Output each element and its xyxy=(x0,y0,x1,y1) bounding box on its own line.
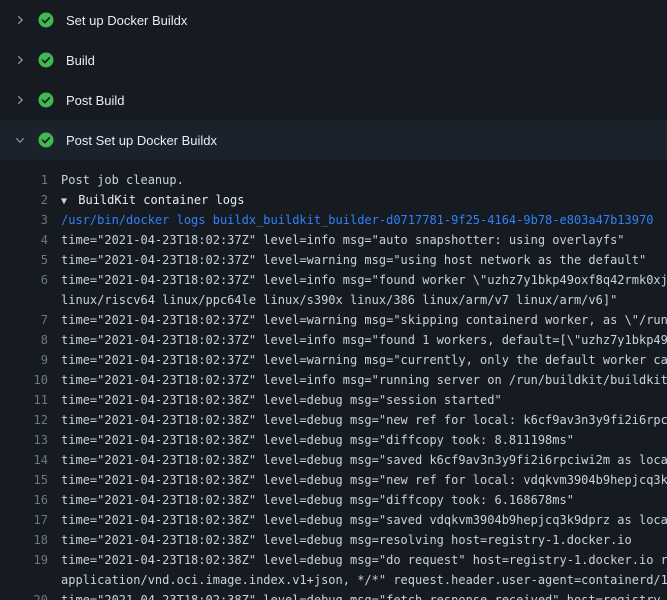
log-line-number[interactable]: 2 xyxy=(0,190,48,210)
log-line: 1 Post job cleanup. xyxy=(0,170,667,190)
log-line-number[interactable]: 4 xyxy=(0,230,48,250)
log-text: linux/riscv64 linux/ppc64le linux/s390x … xyxy=(61,290,617,310)
log-line-number[interactable]: 15 xyxy=(0,470,48,490)
log-line: 5 time="2021-04-23T18:02:37Z" level=warni… xyxy=(0,250,667,270)
step-title: Set up Docker Buildx xyxy=(66,13,187,28)
check-circle-icon xyxy=(38,52,54,68)
log-text: time="2021-04-23T18:02:38Z" level=debug … xyxy=(61,590,661,600)
step-title: Post Build xyxy=(66,93,125,108)
log-text: ▼ BuildKit container logs xyxy=(61,190,244,210)
step-header-post-set-up-docker-buildx[interactable]: Post Set up Docker Buildx xyxy=(0,120,667,160)
log-text: time="2021-04-23T18:02:38Z" level=debug … xyxy=(61,490,574,510)
log-text: time="2021-04-23T18:02:38Z" level=debug … xyxy=(61,390,502,410)
log-text: time="2021-04-23T18:02:38Z" level=debug … xyxy=(61,530,632,550)
log-line-number[interactable]: 17 xyxy=(0,510,48,530)
log-line-number[interactable]: 10 xyxy=(0,370,48,390)
check-circle-icon xyxy=(38,92,54,108)
log-line-number[interactable]: 7 xyxy=(0,310,48,330)
log-line-number[interactable]: 5 xyxy=(0,250,48,270)
log-line: 3/usr/bin/docker logs buildx_buildkit_bu… xyxy=(0,210,667,230)
log-line-number[interactable]: 18 xyxy=(0,530,48,550)
log-text: time="2021-04-23T18:02:37Z" level=info m… xyxy=(61,230,625,250)
log-line: linux/riscv64 linux/ppc64le linux/s390x … xyxy=(0,290,667,310)
log-line-number[interactable]: 9 xyxy=(0,350,48,370)
log-text: Post job cleanup. xyxy=(61,170,184,190)
chevron-right-icon[interactable] xyxy=(12,12,28,28)
log-line-number[interactable]: 19 xyxy=(0,550,48,570)
log-line: 20 time="2021-04-23T18:02:38Z" level=debu… xyxy=(0,590,667,600)
step-header-build[interactable]: Build xyxy=(0,40,667,80)
log-line: 19 time="2021-04-23T18:02:38Z" level=debu… xyxy=(0,550,667,570)
chevron-right-icon[interactable] xyxy=(12,52,28,68)
check-circle-icon xyxy=(38,12,54,28)
log-line: 7 time="2021-04-23T18:02:37Z" level=warni… xyxy=(0,310,667,330)
log-viewer: 1 Post job cleanup. 2 ▼ BuildKit container … xyxy=(0,160,667,600)
log-line: 4 time="2021-04-23T18:02:37Z" level=info … xyxy=(0,230,667,250)
log-text: time="2021-04-23T18:02:38Z" level=debug … xyxy=(61,550,667,570)
chevron-right-icon[interactable] xyxy=(12,92,28,108)
log-line-number[interactable]: 12 xyxy=(0,410,48,430)
log-line-number[interactable]: 14 xyxy=(0,450,48,470)
log-text: time="2021-04-23T18:02:38Z" level=debug … xyxy=(61,470,667,490)
log-line: 18 time="2021-04-23T18:02:38Z" level=debu… xyxy=(0,530,667,550)
triangle-down-icon[interactable]: ▼ xyxy=(61,196,67,207)
log-text: time="2021-04-23T18:02:37Z" level=info m… xyxy=(61,330,667,350)
log-text: time="2021-04-23T18:02:37Z" level=warnin… xyxy=(61,250,646,270)
log-line: 17 time="2021-04-23T18:02:38Z" level=debu… xyxy=(0,510,667,530)
step-header-set-up-docker-buildx[interactable]: Set up Docker Buildx xyxy=(0,0,667,40)
log-text: time="2021-04-23T18:02:38Z" level=debug … xyxy=(61,450,667,470)
log-line-number[interactable]: 13 xyxy=(0,430,48,450)
log-line: 10 time="2021-04-23T18:02:37Z" level=info… xyxy=(0,370,667,390)
chevron-down-icon[interactable] xyxy=(12,132,28,148)
log-line-number[interactable]: 8 xyxy=(0,330,48,350)
log-line: 12 time="2021-04-23T18:02:38Z" level=debu… xyxy=(0,410,667,430)
log-text: time="2021-04-23T18:02:37Z" level=warnin… xyxy=(61,310,667,330)
step-title: Build xyxy=(66,53,95,68)
log-text: time="2021-04-23T18:02:37Z" level=info m… xyxy=(61,270,667,290)
log-text: time="2021-04-23T18:02:37Z" level=warnin… xyxy=(61,350,667,370)
log-line: 2 ▼ BuildKit container logs xyxy=(0,190,667,210)
log-line: application/vnd.oci.image.index.v1+json,… xyxy=(0,570,667,590)
log-line-number[interactable]: 11 xyxy=(0,390,48,410)
log-line: 8 time="2021-04-23T18:02:37Z" level=info … xyxy=(0,330,667,350)
log-line: 15 time="2021-04-23T18:02:38Z" level=debu… xyxy=(0,470,667,490)
log-text: time="2021-04-23T18:02:38Z" level=debug … xyxy=(61,510,667,530)
log-line: 6 time="2021-04-23T18:02:37Z" level=info … xyxy=(0,270,667,290)
log-text: time="2021-04-23T18:02:38Z" level=debug … xyxy=(61,410,667,430)
log-command-text[interactable]: /usr/bin/docker logs buildx_buildkit_bui… xyxy=(61,210,653,230)
log-line: 11 time="2021-04-23T18:02:38Z" level=debu… xyxy=(0,390,667,410)
log-line: 13 time="2021-04-23T18:02:38Z" level=debu… xyxy=(0,430,667,450)
log-line-number[interactable]: 6 xyxy=(0,270,48,290)
workflow-steps-list: Set up Docker Buildx Build Post Build Post … xyxy=(0,0,667,160)
log-line-number[interactable]: 16 xyxy=(0,490,48,510)
log-line: 14 time="2021-04-23T18:02:38Z" level=debu… xyxy=(0,450,667,470)
log-text: application/vnd.oci.image.index.v1+json,… xyxy=(61,570,667,590)
log-line-number[interactable]: 1 xyxy=(0,170,48,190)
log-line: 16 time="2021-04-23T18:02:38Z" level=debu… xyxy=(0,490,667,510)
log-line-number[interactable]: 3 xyxy=(0,210,48,230)
step-header-post-build[interactable]: Post Build xyxy=(0,80,667,120)
log-text: time="2021-04-23T18:02:37Z" level=info m… xyxy=(61,370,667,390)
check-circle-icon xyxy=(38,132,54,148)
log-group-title[interactable]: BuildKit container logs xyxy=(71,193,244,207)
log-line-number[interactable]: 20 xyxy=(0,590,48,600)
step-title: Post Set up Docker Buildx xyxy=(66,133,217,148)
log-text: time="2021-04-23T18:02:38Z" level=debug … xyxy=(61,430,574,450)
log-line: 9 time="2021-04-23T18:02:37Z" level=warni… xyxy=(0,350,667,370)
